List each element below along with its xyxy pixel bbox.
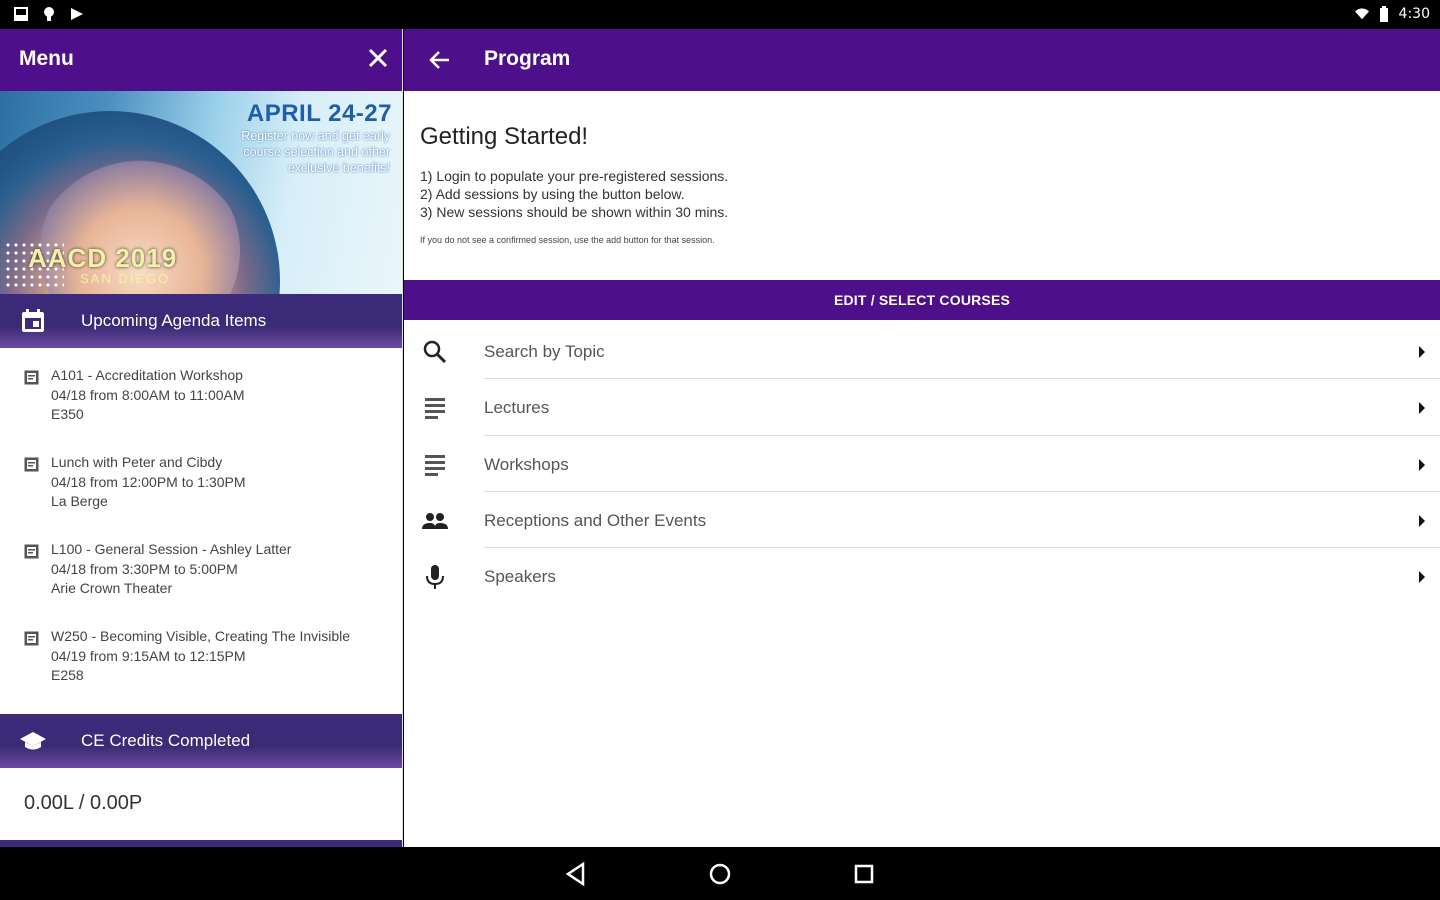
program-menu: Search by Topic Lectures Workshops Recep…: [404, 320, 1440, 604]
ce-credits-header[interactable]: CE Credits Completed: [0, 714, 402, 768]
banner-date: APRIL 24-27: [246, 100, 392, 127]
edit-select-courses-button[interactable]: EDIT / SELECT COURSES: [404, 280, 1440, 320]
agenda-item[interactable]: L100 - General Session - Ashley Latter 0…: [0, 540, 402, 627]
agenda-title: A101 - Accreditation Workshop: [51, 367, 243, 383]
menu-item-lectures[interactable]: Lectures: [404, 379, 1440, 436]
chevron-right-icon: [1419, 458, 1425, 471]
announcements-header[interactable]: [0, 840, 402, 847]
banner-conference: AACD 2019: [28, 243, 178, 273]
agenda-location: E258: [51, 667, 84, 683]
status-time: 4:30: [1398, 6, 1430, 22]
chevron-right-icon: [1419, 402, 1425, 415]
agenda-item[interactable]: Lunch with Peter and Cibdy 04/18 from 12…: [0, 453, 402, 540]
agenda-location: E350: [51, 406, 84, 422]
event-icon: [24, 544, 39, 559]
instruction-step: 2) Add sessions by using the button belo…: [420, 186, 685, 202]
agenda-location: La Berge: [51, 493, 108, 509]
recents-icon[interactable]: [851, 861, 877, 887]
event-icon: [24, 370, 39, 385]
event-icon: [24, 457, 39, 472]
menu-item-label: Speakers: [484, 567, 556, 587]
ce-credits-label: CE Credits Completed: [81, 731, 251, 750]
chevron-right-icon: [1419, 514, 1425, 527]
upcoming-agenda-label: Upcoming Agenda Items: [81, 311, 267, 330]
drawer-title: Menu: [19, 47, 74, 70]
battery-icon: [1379, 6, 1388, 22]
list-icon: [425, 398, 445, 420]
ce-credits-panel: 0.00L / 0.00P: [0, 768, 402, 840]
event-icon: [24, 631, 39, 646]
wifi-icon: [1354, 8, 1369, 20]
agenda-item[interactable]: W250 - Becoming Visible, Creating The In…: [0, 627, 402, 714]
agenda-time: 04/19 from 9:15AM to 12:15PM: [51, 647, 246, 664]
chevron-right-icon: [1419, 346, 1425, 358]
app-bar: Program: [404, 29, 1440, 91]
getting-started-section: Getting Started! 1) Login to populate yo…: [404, 91, 1440, 280]
home-icon[interactable]: [707, 861, 733, 887]
getting-started-heading: Getting Started!: [420, 123, 589, 150]
agenda-title: Lunch with Peter and Cibdy: [51, 454, 223, 470]
menu-item-label: Search by Topic: [484, 342, 605, 361]
close-icon[interactable]: [364, 44, 392, 72]
microphone-icon: [426, 565, 444, 590]
agenda-location: Arie Crown Theater: [51, 580, 173, 596]
agenda-list: A101 - Accreditation Workshop 04/18 from…: [0, 348, 402, 714]
menu-item-label: Receptions and Other Events: [484, 510, 707, 530]
banner-blurb: Register now and get early course select…: [241, 129, 390, 175]
menu-item-label: Lectures: [484, 398, 550, 418]
upcoming-agenda-header[interactable]: Upcoming Agenda Items: [0, 294, 402, 348]
menu-item-workshops[interactable]: Workshops: [404, 436, 1440, 492]
search-icon: [423, 340, 447, 364]
graduation-cap-icon: [20, 732, 46, 750]
back-arrow-icon[interactable]: [428, 48, 452, 72]
menu-item-speakers[interactable]: Speakers: [404, 548, 1440, 604]
agenda-title: L100 - General Session - Ashley Latter: [51, 541, 292, 557]
drawer-header: Menu: [0, 29, 402, 91]
program-screen: Program Getting Started! 1) Login to pop…: [404, 29, 1440, 847]
agenda-title: W250 - Becoming Visible, Creating The In…: [51, 628, 351, 644]
agenda-time: 04/18 from 8:00AM to 11:00AM: [51, 386, 245, 403]
media-icon: [71, 8, 83, 20]
chevron-right-icon: [1419, 571, 1425, 584]
instruction-step: 1) Login to populate your pre-registered…: [420, 168, 729, 184]
banner-city: SAN DIEGO: [80, 271, 171, 286]
instruction-step: 3) New sessions should be shown within 3…: [420, 204, 729, 220]
back-icon[interactable]: [563, 861, 589, 887]
agenda-time: 04/18 from 3:30PM to 5:00PM: [51, 560, 238, 577]
instruction-note: If you do not see a confirmed session, u…: [420, 235, 715, 245]
conference-banner[interactable]: APRIL 24-27 Register now and get early c…: [0, 91, 402, 294]
system-navigation-bar: [0, 847, 1440, 900]
calendar-icon: [22, 309, 44, 332]
notification-icon: [44, 7, 54, 21]
agenda-time: 04/18 from 12:00PM to 1:30PM: [51, 473, 246, 490]
people-icon: [422, 512, 448, 529]
agenda-item[interactable]: A101 - Accreditation Workshop 04/18 from…: [0, 366, 402, 453]
menu-item-search-by-topic[interactable]: Search by Topic: [404, 323, 1440, 380]
ce-credits-value: 0.00L / 0.00P: [24, 792, 143, 814]
menu-item-receptions[interactable]: Receptions and Other Events: [404, 492, 1440, 549]
page-title: Program: [484, 47, 571, 70]
menu-item-label: Workshops: [484, 454, 569, 474]
navigation-drawer: Menu APRIL 24-27 Register now and get ea…: [0, 29, 403, 847]
list-icon: [425, 454, 445, 476]
status-bar: 4:30: [0, 0, 1440, 29]
sim-card-icon: [14, 7, 28, 21]
